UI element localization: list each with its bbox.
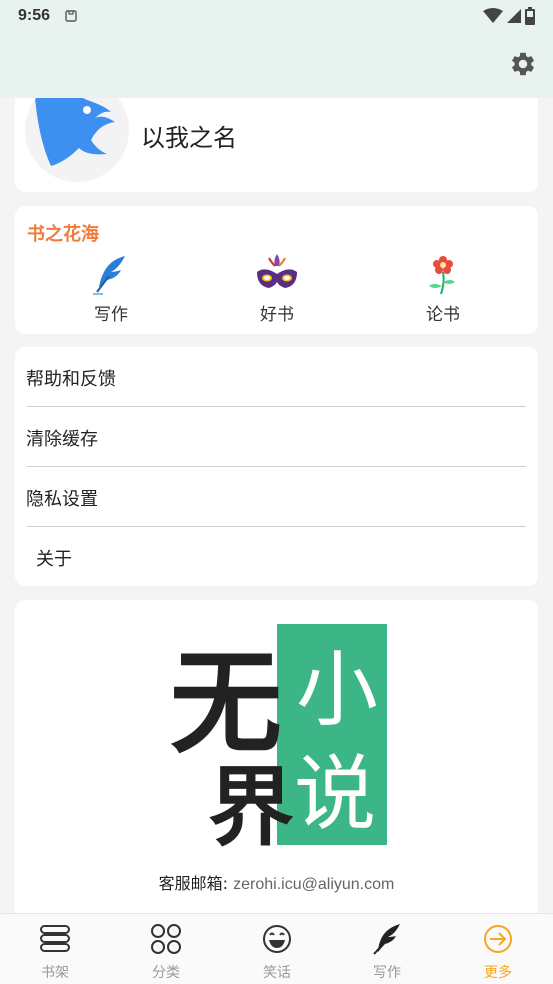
bottom-nav: 书架 分类 笑话 写作 更多 [0,913,553,984]
nav-bookshelf[interactable]: 书架 [15,922,95,981]
profile-card[interactable]: 以我之名 [15,98,538,192]
menu-item-about[interactable]: 关于 [15,527,538,587]
avatar[interactable] [25,98,129,182]
nav-label: 分类 [152,965,180,981]
smile-icon [263,925,291,953]
menu-item-label: 隐私设置 [26,489,98,510]
nav-category[interactable]: 分类 [126,922,206,981]
username: 以我之名 [141,124,237,152]
app-logo-card: 无 界 小 说 客服邮箱: zerohi.icu@aliyun.com [15,600,538,920]
feature-label: 写作 [94,305,128,325]
fish-avatar-icon [35,98,115,166]
menu-item-label: 帮助和反馈 [26,369,116,390]
gear-icon[interactable] [509,50,537,78]
email-value[interactable]: zerohi.icu@aliyun.com [233,876,394,893]
feature-discuss-books[interactable]: 论书 [403,252,483,325]
section-title: 书之花海 [27,224,99,245]
mask-icon [257,254,297,288]
bookshelf-icon [40,925,70,952]
arrow-circle-icon [484,925,512,953]
quill-icon [373,924,400,955]
app-bar [0,32,553,98]
feature-label: 好书 [260,305,294,325]
logo-char-jie: 界 [208,757,294,847]
nav-more[interactable]: 更多 [458,922,538,981]
menu-item-label: 清除缓存 [26,429,98,450]
menu-item-clear-cache[interactable]: 清除缓存 [15,407,538,467]
logo-char-wu: 无 [170,638,282,769]
app-logo: 无 界 小 说 [170,624,387,847]
nav-label: 笑话 [263,965,291,981]
feature-write[interactable]: 写作 [71,252,151,325]
nav-jokes[interactable]: 笑话 [237,922,317,981]
nav-label: 更多 [484,965,512,981]
status-time: 9:56 [18,7,51,24]
quill-icon [93,256,125,295]
status-bar: 9:56 [0,0,553,32]
contact-email: 客服邮箱: zerohi.icu@aliyun.com [15,870,538,894]
nav-label: 书架 [41,965,69,981]
signal-icon [507,9,521,23]
nav-write[interactable]: 写作 [347,922,427,981]
flower-section-card: 书之花海 写作 好书 论书 [15,206,538,334]
menu-item-help-feedback[interactable]: 帮助和反馈 [15,347,538,407]
battery-icon [525,7,535,25]
logo-char-shuo: 说 [294,747,376,842]
flower-icon [429,256,455,295]
settings-menu: 帮助和反馈 清除缓存 隐私设置 关于 [15,347,538,586]
menu-item-label: 关于 [36,549,72,570]
feature-good-books[interactable]: 好书 [237,252,317,325]
clipboard-icon [65,10,77,22]
wifi-icon [483,8,503,23]
menu-item-privacy-settings[interactable]: 隐私设置 [15,467,538,527]
logo-char-xiao: 小 [296,643,378,738]
nav-label: 写作 [373,965,401,981]
email-label: 客服邮箱: [158,874,229,893]
category-icon [151,924,181,954]
feature-label: 论书 [426,305,460,325]
